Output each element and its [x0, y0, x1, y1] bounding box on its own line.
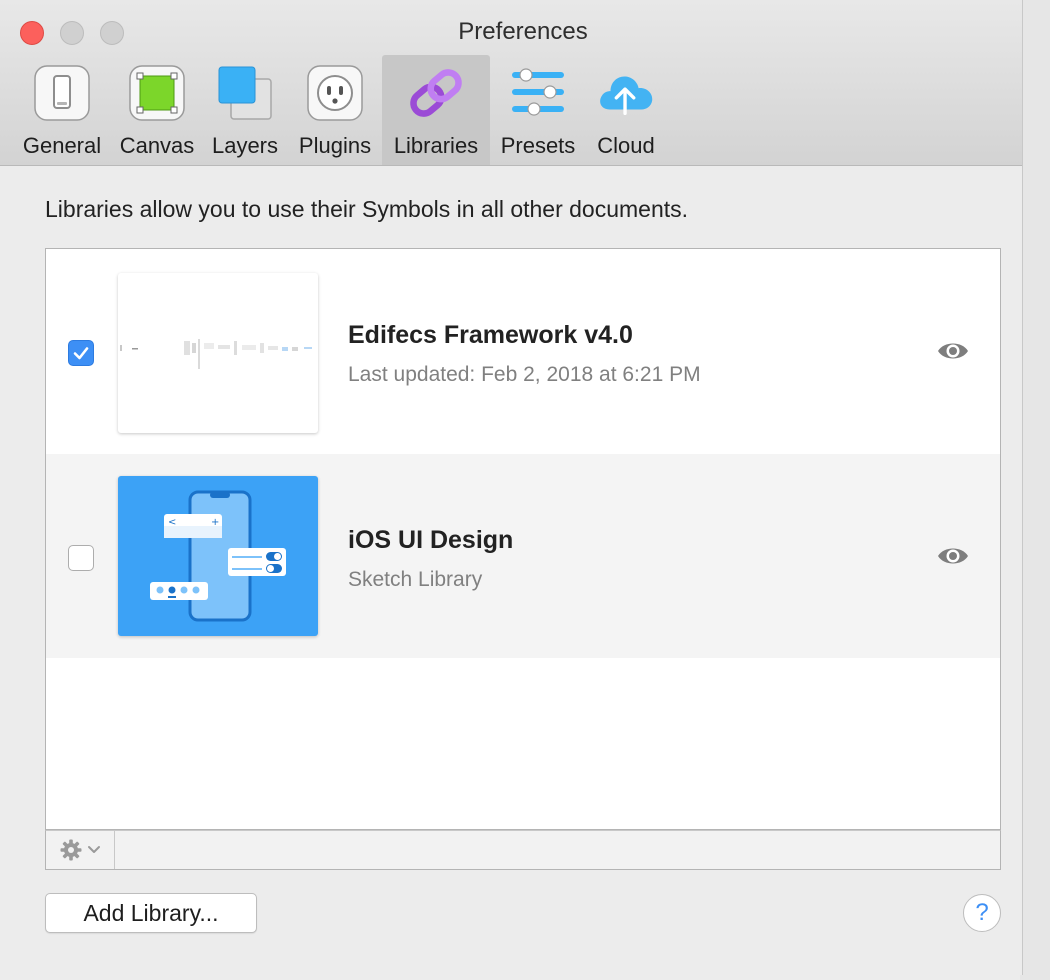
libraries-description: Libraries allow you to use their Symbols…	[45, 196, 689, 222]
tab-general[interactable]: General	[18, 55, 106, 165]
canvas-icon	[127, 61, 187, 125]
cloud-icon	[596, 61, 656, 125]
toolbar: Preferences General Canvas Layers Plugin…	[0, 0, 1022, 166]
tab-label: General	[22, 133, 102, 158]
tab-libraries[interactable]: Libraries	[382, 55, 490, 165]
tab-label: Canvas	[119, 133, 195, 158]
tab-label: Presets	[500, 133, 576, 158]
tab-label: Libraries	[393, 133, 479, 158]
tab-label: Cloud	[597, 133, 655, 158]
general-icon	[32, 61, 92, 125]
eye-icon[interactable]	[936, 339, 970, 363]
library-subtitle: Sketch Library	[348, 568, 483, 591]
eye-icon[interactable]	[936, 544, 970, 568]
library-list-footer	[45, 830, 1001, 870]
svg-text:+: +	[211, 517, 219, 528]
library-actions-menu[interactable]	[46, 831, 115, 869]
library-thumbnail	[118, 273, 318, 433]
checkmark-icon	[73, 347, 89, 360]
ios-library-preview-image: < +	[150, 490, 286, 622]
library-row[interactable]: Edifecs Framework v4.0 Last updated: Feb…	[46, 249, 1000, 453]
library-row[interactable]: < + iOS UI Design Sketch Library	[46, 454, 1000, 658]
library-enabled-checkbox[interactable]	[68, 545, 94, 571]
window-title: Preferences	[458, 18, 588, 45]
gear-icon	[60, 839, 82, 861]
tab-label: Plugins	[298, 133, 372, 158]
plugins-icon	[305, 61, 365, 125]
background-app-edge	[1020, 0, 1050, 980]
tab-layers[interactable]: Layers	[207, 55, 283, 165]
tab-plugins[interactable]: Plugins	[290, 55, 380, 165]
tab-presets[interactable]: Presets	[495, 55, 581, 165]
chevron-down-icon	[88, 846, 100, 853]
layers-icon	[215, 61, 275, 125]
library-title: iOS UI Design	[348, 526, 514, 554]
libraries-icon	[406, 61, 466, 125]
library-preview-image	[120, 339, 312, 369]
add-library-button[interactable]: Add Library...	[45, 893, 257, 933]
tab-canvas[interactable]: Canvas	[114, 55, 200, 165]
preferences-window: Preferences General Canvas Layers Plugin…	[0, 0, 1023, 975]
library-list: Edifecs Framework v4.0 Last updated: Feb…	[45, 248, 1001, 830]
tab-cloud[interactable]: Cloud	[588, 55, 664, 165]
svg-text:<: <	[168, 517, 176, 528]
library-subtitle: Last updated: Feb 2, 2018 at 6:21 PM	[348, 363, 701, 386]
library-enabled-checkbox[interactable]	[68, 340, 94, 366]
tab-label: Layers	[211, 133, 279, 158]
library-title: Edifecs Framework v4.0	[348, 321, 633, 349]
library-thumbnail: < +	[118, 476, 318, 636]
presets-icon	[508, 61, 568, 125]
help-button[interactable]: ?	[963, 894, 1001, 932]
